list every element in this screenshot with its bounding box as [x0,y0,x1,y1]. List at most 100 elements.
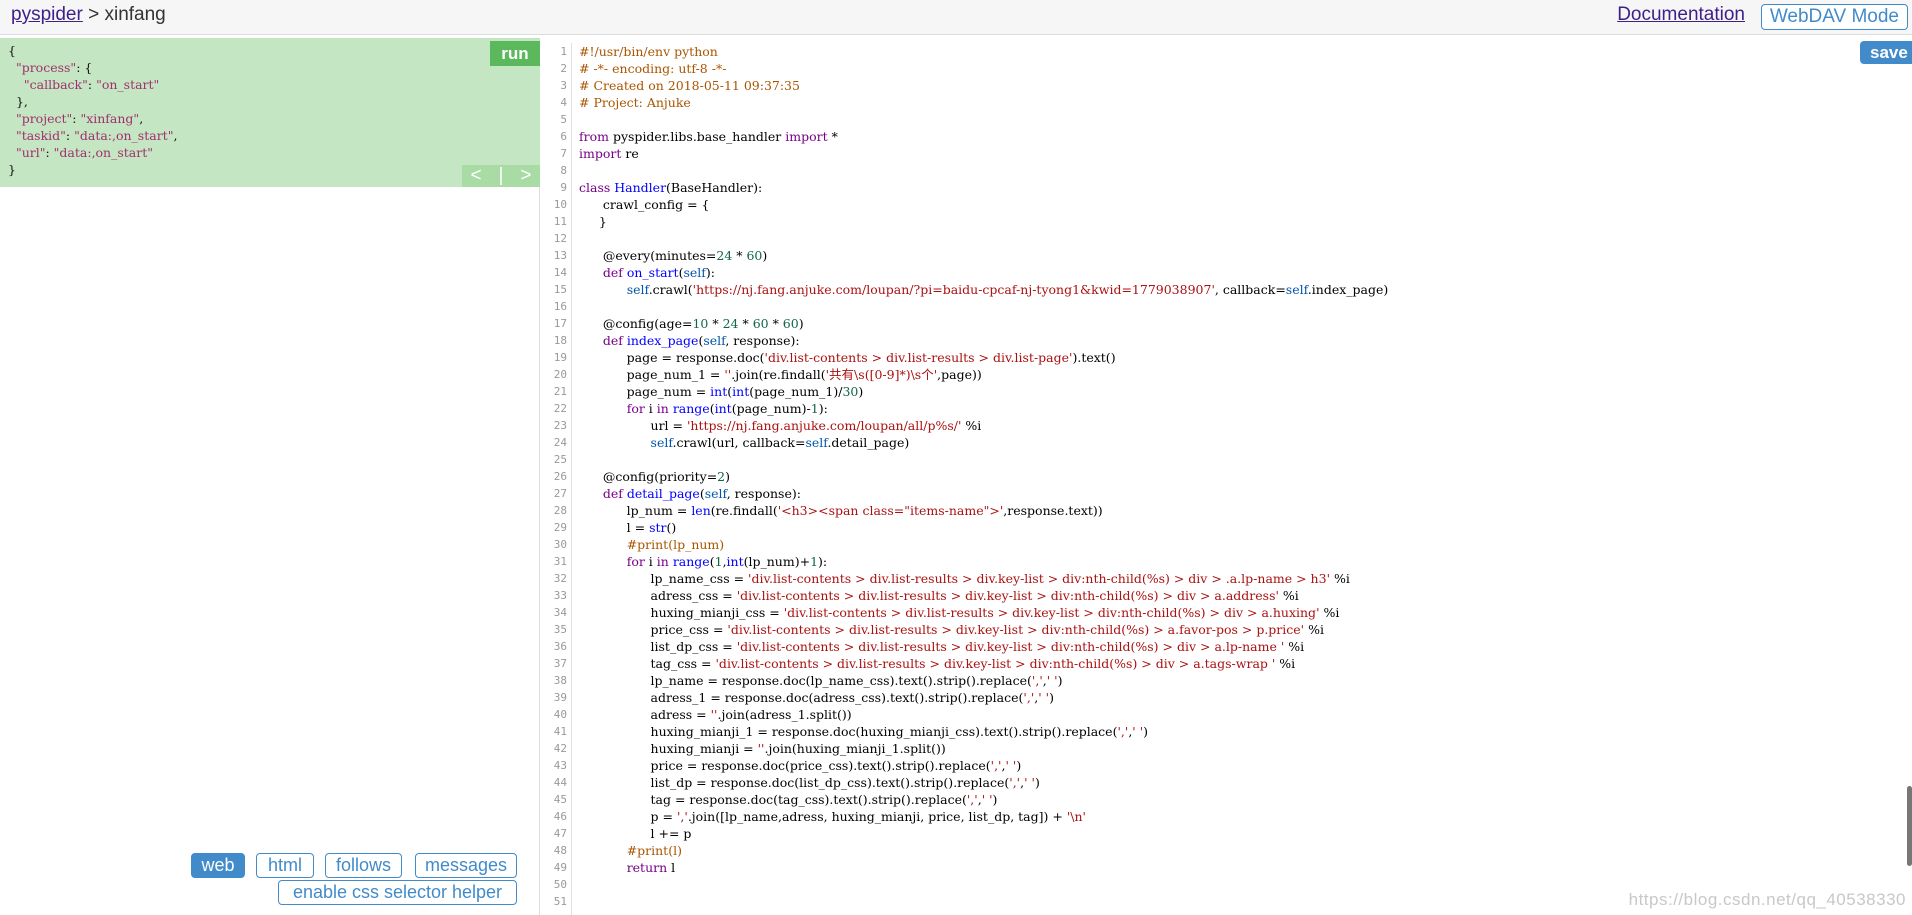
task-json-token: : { [76,60,93,75]
code-token: range [672,401,710,416]
code-token: 'https://nj.fang.anjuke.com/loupan/?pi=b… [692,282,1215,297]
code-token: ) [798,316,804,331]
code-area[interactable]: #!/usr/bin/env python # -*- encoding: utf… [579,43,1879,910]
task-json-line: }, [8,93,532,110]
tab-messages[interactable]: messages [415,853,517,878]
code-token: def [602,265,623,280]
code-token: import [785,129,828,144]
code-token: ) [1057,673,1063,688]
line-number: 1 [560,45,567,58]
code-line: adress = ''.join(adress_1.split()) [579,706,1879,723]
code-token: ',' [676,809,688,824]
code-token: (page_num_1)/ [749,384,843,399]
code-line: class Handler(BaseHandler): [579,179,1879,196]
code-line: def on_start(self): [579,264,1879,281]
code-token: 'div.list-contents > div.list-results > … [736,588,1279,603]
code-token: #!/usr/bin/env python [579,44,718,59]
line-number: 10 [553,198,567,211]
code-token: ',' [966,792,978,807]
history-nav: < | > [462,165,540,187]
code-line: lp_num = len(re.findall('<h3><span class… [579,502,1879,519]
run-button[interactable]: run [490,41,540,66]
code-line: for i in range(int(page_num)-1): [579,400,1879,417]
line-number: 40 [553,708,567,721]
tab-follows[interactable]: follows [325,853,402,878]
code-token: #print(lp_num) [626,537,725,552]
code-token: url = [579,418,687,433]
code-token: ) [992,792,998,807]
task-json-token: , [173,128,178,143]
line-number: 24 [553,436,567,449]
code-line: list_dp_css = 'div.list-contents > div.l… [579,638,1879,655]
code-token: ) [858,384,864,399]
task-editor[interactable]: { "process": { "callback": "on_start" },… [0,38,540,187]
breadcrumb-pyspider-link[interactable]: pyspider [11,4,83,25]
line-number: 3 [560,79,567,92]
code-token: ',' [1009,775,1021,790]
task-json-token: "process" [15,60,77,75]
code-token: ): [705,265,715,280]
code-token: # -*- encoding: utf-8 -*- [579,61,727,76]
code-line: price = response.doc(price_css).text().s… [579,757,1879,774]
line-number: 9 [560,181,567,194]
code-token: ' ' [981,792,993,807]
code-token: %i [1278,588,1299,603]
code-token: ' ' [1038,690,1050,705]
tab-web[interactable]: web [191,853,245,878]
prev-button[interactable]: < [470,165,481,187]
code-line: price_css = 'div.list-contents > div.lis… [579,621,1879,638]
code-line: p = ','.join([lp_name,adress, huxing_mia… [579,808,1879,825]
code-token: ,response.text)) [1003,503,1103,518]
code-line: #print(l) [579,842,1879,859]
css-selector-helper-button[interactable]: enable css selector helper [278,880,517,905]
save-button[interactable]: save [1860,41,1912,64]
code-token: in [656,554,669,569]
code-line: l += p [579,825,1879,842]
code-token: .crawl( [648,282,693,297]
code-token: tag = response.doc(tag_css).text().strip… [579,792,967,807]
code-line: huxing_mianji_css = 'div.list-contents >… [579,604,1879,621]
code-token: lp_name_css = [579,571,749,586]
code-line: def detail_page(self, response): [579,485,1879,502]
code-token: '<h3><span class="items-name">' [777,503,1004,518]
code-token: 'div.list-contents > div.list-results > … [715,656,1276,671]
code-token: pyspider.libs.base_handler [608,129,786,144]
line-number: 38 [553,674,567,687]
code-token: 60 [752,316,769,331]
code-token: %i [1275,656,1296,671]
task-json-token [8,111,16,126]
code-token: @config(age= [579,316,693,331]
task-json-line: "taskid": "data:,on_start", [8,127,532,144]
tab-html[interactable]: html [256,853,314,878]
code-token: price = response.doc(price_css).text().s… [579,758,991,773]
code-line: # Project: Anjuke [579,94,1879,111]
line-number: 26 [553,470,567,483]
code-token: Handler [614,180,667,195]
line-number: 36 [553,640,567,653]
code-token: return [626,860,668,875]
line-number: 28 [553,504,567,517]
line-number: 19 [553,351,567,364]
code-token: (BaseHandler): [666,180,763,195]
webdav-mode-button[interactable]: WebDAV Mode [1760,4,1908,30]
task-json[interactable]: { "process": { "callback": "on_start" },… [0,38,540,182]
code-token: '' [757,741,765,756]
editor-scrollbar[interactable] [1907,786,1912,866]
documentation-link[interactable]: Documentation [1617,4,1745,26]
next-button[interactable]: > [520,165,531,187]
task-json-token: : [65,128,75,143]
line-number: 15 [553,283,567,296]
code-editor[interactable]: 1 2 3 4 5 6 7 8 9 10 11 12 13 14 15 16 17 18 19 20 21 22 23 24 2… [541,38,1912,915]
code-token: %i [1330,571,1350,586]
code-token: ',' [990,758,1002,773]
code-token: self [805,435,828,450]
breadcrumb-separator: > [82,4,105,25]
line-number: 37 [553,657,567,670]
code-token: self [703,333,726,348]
line-number: 14 [553,266,567,279]
code-token: ) [1016,758,1022,773]
line-number: 50 [553,878,567,891]
